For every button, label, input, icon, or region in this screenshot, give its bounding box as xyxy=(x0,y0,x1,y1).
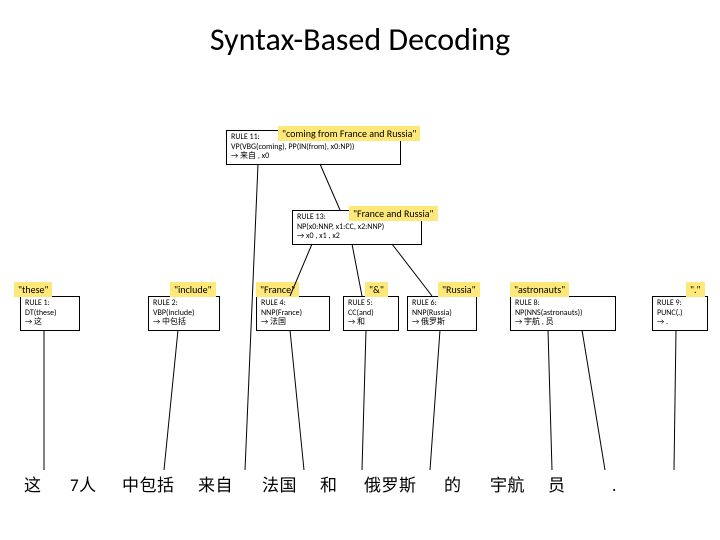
rule-1-line3: → 这 xyxy=(25,318,75,328)
rule-8-box: RULE 8: NP(NNS(astronauts)) → 宇航 , 员 xyxy=(510,296,616,331)
token-9: 宇航 xyxy=(490,471,548,496)
token-6: 和 xyxy=(320,471,364,496)
token-4: 来自 xyxy=(198,471,262,496)
token-7: 俄罗斯 xyxy=(364,471,444,496)
rule-8-line3: → 宇航 , 员 xyxy=(515,318,611,328)
token-3: 中包括 xyxy=(122,471,198,496)
rule-13-line3: → x0 , x1 , x2 xyxy=(297,232,417,242)
rule-6-badge: "Russia" xyxy=(438,282,480,297)
rule-8-badge: "astronauts" xyxy=(510,282,569,297)
token-11: . xyxy=(612,475,632,496)
rule-2-badge: "include" xyxy=(170,282,216,297)
token-1: 这 xyxy=(24,471,70,496)
token-10: 员 xyxy=(548,471,612,496)
token-8: 的 xyxy=(444,471,490,496)
rule-4-line3: → 法国 xyxy=(261,318,325,328)
token-row: 这 7人 中包括 来自 法国 和 俄罗斯 的 宇航 员 . xyxy=(0,471,720,496)
rule-13-badge: "France and Russia" xyxy=(349,206,438,221)
rule-1-badge: "these" xyxy=(14,282,52,297)
rule-2-line3: → 中包括 xyxy=(153,318,215,328)
rule-2-box: RULE 2: VBP(include) → 中包括 xyxy=(148,296,220,331)
rule-9-line3: → . xyxy=(657,318,703,328)
rule-9-badge: "." xyxy=(686,282,705,297)
page-title: Syntax-Based Decoding xyxy=(0,0,720,59)
rule-6-box: RULE 6: NNP(Russia) → 俄罗斯 xyxy=(407,296,477,331)
token-5: 法国 xyxy=(262,471,320,496)
rule-11-line3: → 来自 , x0 xyxy=(231,152,396,162)
rule-5-box: RULE 5: CC(and) → 和 xyxy=(343,296,399,331)
token-2: 7人 xyxy=(70,471,122,496)
rule-6-line3: → 俄罗斯 xyxy=(412,318,472,328)
rule-1-box: RULE 1: DT(these) → 这 xyxy=(20,296,80,331)
tree-edges xyxy=(0,0,720,540)
rule-11-badge: "coming from France and Russia" xyxy=(278,126,420,141)
rule-4-badge: "France" xyxy=(256,282,299,297)
rule-5-badge: "&" xyxy=(365,282,388,297)
rule-4-box: RULE 4: NNP(France) → 法国 xyxy=(256,296,330,331)
rule-5-line3: → 和 xyxy=(348,318,394,328)
rule-9-box: RULE 9: PUNC(.) → . xyxy=(652,296,708,331)
